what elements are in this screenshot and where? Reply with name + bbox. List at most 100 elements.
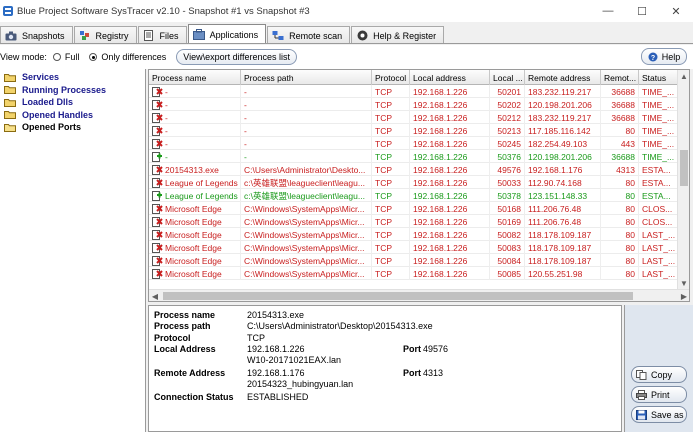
cell-local-port-text: 50168 — [497, 203, 521, 214]
cell-process-path: - — [241, 137, 372, 150]
table-row[interactable]: Microsoft Edge C:\Windows\SystemApps\Micr… — [149, 228, 679, 241]
column-header-remote-address[interactable]: Remote address — [525, 70, 601, 85]
detail-value-status: ESTABLISHED — [247, 392, 309, 402]
tree-item-running-processes[interactable]: Running Processes — [0, 84, 145, 97]
tab-files[interactable]: Files — [137, 26, 187, 44]
cell-local-address: 192.168.1.226 — [410, 85, 490, 98]
cell-remote-address-text: 111.206.76.48 — [528, 203, 582, 214]
cell-remote-port-text: 443 — [620, 138, 635, 149]
table-row[interactable]: Microsoft Edge C:\Windows\SystemApps\Micr… — [149, 267, 679, 280]
tab-divider — [0, 43, 693, 44]
tab-remote-scan[interactable]: Remote scan — [267, 26, 351, 44]
cell-remote-address: 183.232.119.217 — [525, 111, 601, 124]
cell-local-address: 192.168.1.226 — [410, 111, 490, 124]
cell-local-address-text: 192.168.1.226 — [413, 125, 468, 136]
copy-label: Copy — [651, 369, 673, 380]
table-row[interactable]: - - TCP 192.168.1.226 50376 120.198.201.206 36… — [149, 150, 679, 163]
cell-status: TIME_... — [639, 137, 679, 150]
cell-local-address-text: 192.168.1.226 — [413, 177, 468, 188]
table-row[interactable]: Microsoft Edge C:\Windows\SystemApps\Micr… — [149, 241, 679, 254]
tab-registry[interactable]: Registry — [73, 26, 137, 44]
table-row[interactable]: Microsoft Edge C:\Windows\SystemApps\Micr… — [149, 202, 679, 215]
cell-remote-port: 80 — [601, 176, 639, 189]
cell-protocol-text: TCP — [375, 164, 392, 175]
scroll-up-icon[interactable]: ▲ — [678, 70, 689, 82]
table-row[interactable]: 20154313.exe C:\Users\Administrator\Deskt… — [149, 163, 679, 176]
scroll-left-icon[interactable]: ◀ — [149, 290, 161, 301]
scroll-down-icon[interactable]: ▼ — [678, 277, 689, 289]
cell-protocol-text: TCP — [375, 151, 392, 162]
tree-item-opened-handles[interactable]: Opened Handles — [0, 109, 145, 122]
table-row[interactable]: League of Legends c:\英雄联盟\leagueclient\le… — [149, 189, 679, 202]
column-header-status[interactable]: Status — [639, 70, 679, 85]
tab-help-register[interactable]: Help & Register — [351, 26, 445, 44]
table-row[interactable]: - - TCP 192.168.1.226 50212 183.232.119.217 36… — [149, 111, 679, 124]
table-row[interactable]: League of Legends c:\英雄联盟\leagueclient\le… — [149, 176, 679, 189]
cell-local-address: 192.168.1.226 — [410, 98, 490, 111]
print-button[interactable]: Print — [631, 386, 687, 403]
cell-process-path-text: C:\Users\Administrator\Deskto... — [244, 164, 366, 175]
cell-local-address: 192.168.1.226 — [410, 137, 490, 150]
table-row[interactable]: - - TCP 192.168.1.226 50213 117.185.116.142 80… — [149, 124, 679, 137]
cell-protocol: TCP — [372, 228, 410, 241]
table-row[interactable]: - - TCP 192.168.1.226 50202 120.198.201.206 36… — [149, 98, 679, 111]
process-icon — [152, 190, 162, 201]
help-register-icon — [356, 30, 368, 41]
cell-process-name-text: Microsoft Edge — [165, 216, 222, 227]
cell-status-text: ESTA... — [642, 164, 671, 175]
process-icon — [152, 86, 163, 97]
export-differences-button[interactable]: View\export differences list — [176, 49, 297, 65]
help-button[interactable]: ? Help — [641, 48, 687, 65]
window-title: Blue Project Software SysTracer v2.10 - … — [17, 5, 310, 17]
cell-protocol-text: TCP — [375, 86, 392, 97]
cell-process-name-text: League of Legends — [165, 190, 238, 201]
cell-local-address-text: 192.168.1.226 — [413, 229, 468, 240]
tab-snapshots[interactable]: Snapshots — [0, 26, 73, 44]
view-mode-only-differences-radio[interactable]: Only differences — [89, 52, 166, 62]
vertical-scrollbar[interactable]: ▲ ▼ — [677, 70, 689, 289]
copy-button[interactable]: Copy — [631, 366, 687, 383]
cell-remote-address: 111.206.76.48 — [525, 202, 601, 215]
process-icon — [152, 216, 163, 227]
close-button[interactable]: ✕ — [659, 0, 693, 22]
tree-item-loaded-dlls[interactable]: Loaded Dlls — [0, 96, 145, 109]
view-mode-full-radio[interactable]: Full — [52, 52, 79, 62]
cell-local-port: 50212 — [490, 111, 525, 124]
cell-status: ESTA... — [639, 189, 679, 202]
vertical-scroll-thumb[interactable] — [680, 150, 688, 186]
cell-local-address-text: 192.168.1.226 — [413, 203, 468, 214]
table-row[interactable]: - - TCP 192.168.1.226 50201 183.232.119.217 36… — [149, 85, 679, 98]
column-header-protocol[interactable]: Protocol — [372, 70, 410, 85]
save-as-button[interactable]: Save as — [631, 406, 687, 423]
detail-value-remote-address: 192.168.1.176 — [247, 368, 305, 378]
cell-status: TIME_... — [639, 150, 679, 163]
column-header-process-name[interactable]: Process name — [149, 70, 241, 85]
horizontal-scroll-thumb[interactable] — [163, 292, 633, 300]
tab-applications[interactable]: Applications — [187, 24, 267, 44]
scroll-right-icon[interactable]: ▶ — [678, 290, 689, 301]
table-row[interactable]: - - TCP 192.168.1.226 50245 182.254.49.103 443… — [149, 137, 679, 150]
cell-protocol-text: TCP — [375, 203, 392, 214]
cell-protocol-text: TCP — [375, 229, 392, 240]
cell-process-path: C:\Windows\SystemApps\Micr... — [241, 254, 372, 267]
column-header-remote-port[interactable]: Remot... — [601, 70, 639, 85]
cell-remote-address: 118.178.109.187 — [525, 254, 601, 267]
table-row[interactable]: Microsoft Edge C:\Windows\SystemApps\Micr… — [149, 215, 679, 228]
cell-local-address: 192.168.1.226 — [410, 215, 490, 228]
horizontal-scrollbar[interactable]: ◀ ▶ — [149, 289, 689, 301]
cell-status: ESTA... — [639, 176, 679, 189]
cell-local-address-text: 192.168.1.226 — [413, 164, 468, 175]
minimize-button[interactable]: — — [591, 0, 625, 22]
column-header-local-address[interactable]: Local address — [410, 70, 490, 85]
tree-item-services[interactable]: Services — [0, 71, 145, 84]
table-row[interactable]: Microsoft Edge C:\Windows\SystemApps\Micr… — [149, 254, 679, 267]
maximize-button[interactable]: ☐ — [625, 0, 659, 22]
process-icon — [152, 242, 163, 253]
column-header-local-port[interactable]: Local ... — [490, 70, 525, 85]
detail-label-local-port: Port — [403, 344, 421, 354]
detail-value-protocol: TCP — [247, 333, 265, 343]
tree-item-opened-ports[interactable]: Opened Ports — [0, 121, 145, 134]
process-icon — [152, 125, 163, 136]
column-header-process-path[interactable]: Process path — [241, 70, 372, 85]
process-icon — [152, 112, 163, 123]
